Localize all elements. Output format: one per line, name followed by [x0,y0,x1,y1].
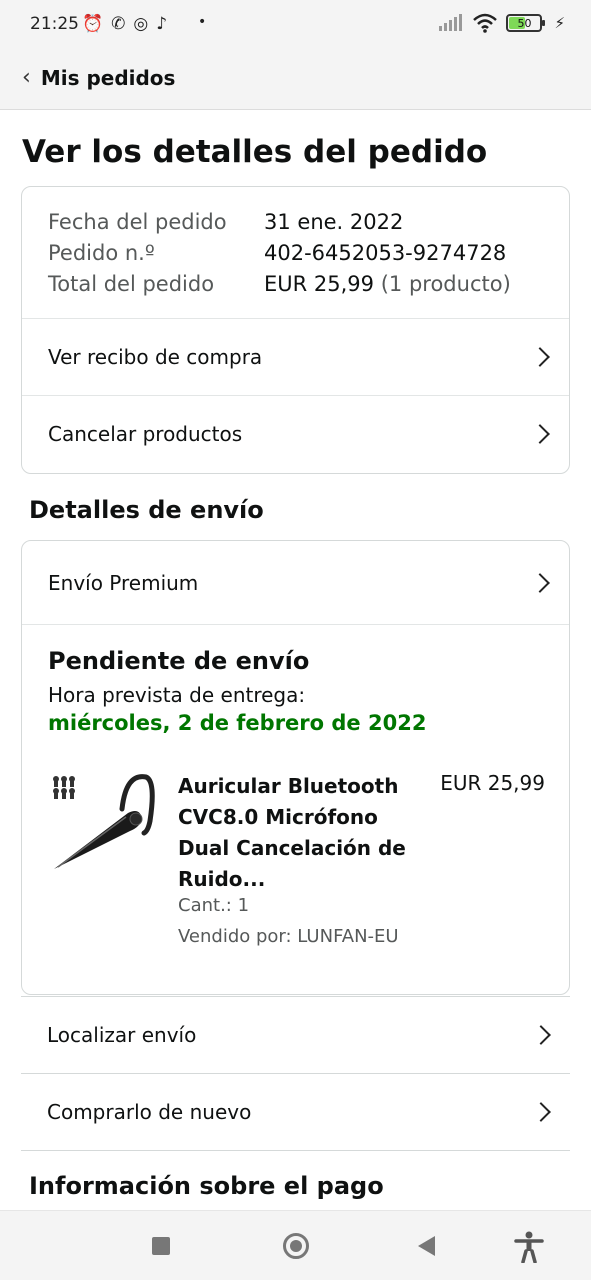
shipping-method-row[interactable]: Envío Premium [22,541,569,625]
status-time: 21:25 [30,14,79,34]
instagram-icon: ◎ [133,14,149,34]
order-date-value: 31 ene. 2022 [264,210,404,234]
product-seller: Vendido por: LUNFAN-EU [178,926,399,947]
order-item-count: (1 producto) [380,272,511,296]
buy-again-label: Comprarlo de nuevo [47,1100,252,1124]
back-triangle-icon[interactable] [418,1236,435,1256]
back-label: Mis pedidos [40,66,176,90]
order-summary: Fecha del pedido 31 ene. 2022 Pedido n.º… [22,187,569,318]
page-title: Ver los detalles del pedido [22,134,488,170]
payment-section-title: Información sobre el pago [29,1172,384,1200]
order-number-value: 402-6452053-9274728 [264,241,507,265]
system-icons: 50 ⚡ [438,13,565,33]
shipping-method-label: Envío Premium [48,570,199,595]
order-total-value: EUR 25,99 (1 producto) [264,271,543,298]
shipping-card: Envío Premium Pendiente de envío Hora pr… [21,540,570,995]
nav-header: ‹ Mis pedidos [0,44,591,110]
chevron-right-icon [531,1025,551,1045]
order-total-amount: EUR 25,99 [264,272,375,296]
wifi-icon [473,13,498,33]
product-price: EUR 25,99 [440,771,545,795]
chevron-right-icon [530,424,550,444]
whatsapp-icon: ✆ [111,14,126,34]
more-notifications-icon: • [198,14,207,30]
notification-icons: ⏰ ✆ ◎ ♪ [82,13,167,35]
order-date-label: Fecha del pedido [48,210,227,234]
view-receipt-label: Ver recibo de compra [48,345,263,369]
alarm-icon: ⏰ [82,14,104,34]
accessibility-icon[interactable] [514,1231,544,1263]
product-image[interactable] [50,771,160,881]
chevron-right-icon [531,1102,551,1122]
track-shipment-label: Localizar envío [47,1023,197,1047]
charging-icon: ⚡ [554,14,565,32]
order-total-label: Total del pedido [48,272,215,296]
view-receipt-row[interactable]: Ver recibo de compra [22,318,569,395]
shipment-status: Pendiente de envío [48,647,310,675]
product-quantity: Cant.: 1 [178,895,250,916]
shipping-section-title: Detalles de envío [29,496,264,524]
status-bar: 21:25 ⏰ ✆ ◎ ♪ • 50 ⚡ [0,0,591,44]
order-summary-card: Fecha del pedido 31 ene. 2022 Pedido n.º… [21,186,570,474]
shipment-details: Pendiente de envío Hora prevista de entr… [22,625,569,993]
cancel-products-label: Cancelar productos [48,422,243,446]
order-number-label: Pedido n.º [48,241,155,265]
delivery-eta-label: Hora prevista de entrega: [48,683,306,707]
divider [21,1150,570,1151]
system-nav-bar [0,1210,591,1280]
delivery-eta-date: miércoles, 2 de febrero de 2022 [48,711,427,735]
battery-icon: 50 [506,14,546,32]
chevron-right-icon [530,347,550,367]
track-shipment-row[interactable]: Localizar envío [21,996,570,1073]
product-title[interactable]: Auricular Bluetooth CVC8.0 Micrófono Dua… [178,771,408,895]
home-icon[interactable] [283,1233,309,1259]
signal-icon [439,14,463,31]
battery-level: 50 [517,16,532,30]
back-button[interactable]: ‹ Mis pedidos [22,66,175,90]
product-item[interactable]: Auricular Bluetooth CVC8.0 Micrófono Dua… [48,771,545,971]
cancel-products-row[interactable]: Cancelar productos [22,395,569,472]
recent-apps-icon[interactable] [152,1237,170,1255]
chevron-right-icon [530,572,550,593]
chevron-left-icon: ‹ [22,65,31,90]
tiktok-icon: ♪ [156,14,168,34]
buy-again-row[interactable]: Comprarlo de nuevo [21,1073,570,1150]
